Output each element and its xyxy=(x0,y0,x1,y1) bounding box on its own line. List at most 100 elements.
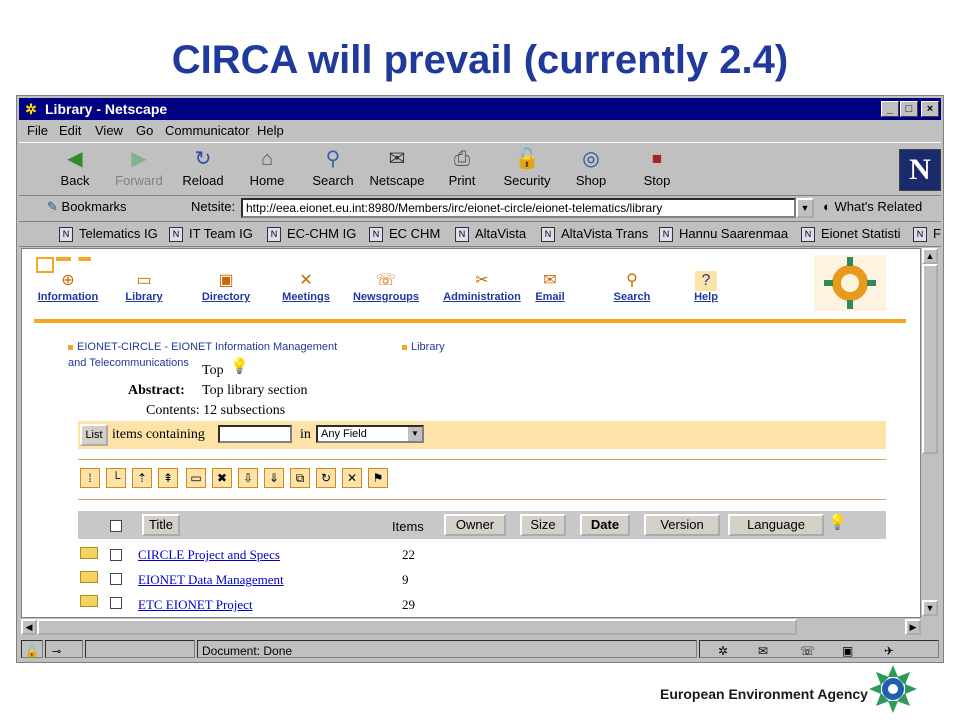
scroll-down-button[interactable]: ▼ xyxy=(922,600,938,616)
up-level-icon[interactable]: ⇡ xyxy=(132,468,152,488)
new-folder-icon[interactable]: ▭ xyxy=(186,468,206,488)
mailbox-icon[interactable]: ✉ xyxy=(758,641,768,661)
print-button[interactable]: ⎙ Print xyxy=(430,147,494,193)
bookmarks-button[interactable]: ✎ Bookmarks xyxy=(47,199,127,215)
close-button[interactable]: × xyxy=(921,101,939,117)
sort-date-button[interactable]: Date xyxy=(580,514,630,536)
forward-button[interactable]: ▶ Forward xyxy=(107,147,171,193)
nav-library[interactable]: ▭ Library xyxy=(104,271,184,303)
select-all-checkbox[interactable] xyxy=(110,520,122,532)
personal-link-ec-chm-ig[interactable]: N EC-CHM IG xyxy=(267,222,356,246)
scroll-left-button[interactable]: ◀ xyxy=(21,619,37,635)
horizontal-scroll-thumb[interactable] xyxy=(37,619,797,635)
location-bar: ✎ Bookmarks Netsite: http://eea.eionet.e… xyxy=(19,195,941,222)
nav-meetings-link[interactable]: Meetings xyxy=(282,291,330,303)
composer-icon[interactable]: ▣ xyxy=(842,641,853,661)
refresh-icon[interactable]: ↻ xyxy=(316,468,336,488)
row-title-link[interactable]: ETC EIONET Project xyxy=(138,597,253,612)
home-button[interactable]: ⌂ Home xyxy=(235,147,299,193)
back-button[interactable]: ◀ Back xyxy=(43,147,107,193)
top-level-icon[interactable]: ⇞ xyxy=(158,468,178,488)
field-select[interactable]: Any Field ▼ xyxy=(316,425,424,443)
personal-link-telematics[interactable]: N Telematics IG xyxy=(59,222,158,246)
bookmark-page-icon: N xyxy=(659,227,673,243)
navigator-icon[interactable]: ✲ xyxy=(718,641,728,661)
personal-link-it-team[interactable]: N IT Team IG xyxy=(169,222,253,246)
breadcrumb-group[interactable]: EIONET-CIRCLE - EIONET Information Manag… xyxy=(68,341,337,353)
vertical-scroll-thumb[interactable] xyxy=(922,264,938,454)
list-button[interactable]: List xyxy=(80,424,108,446)
stop-button[interactable]: ⏹ Stop xyxy=(625,147,689,193)
menu-communicator[interactable]: Communicator xyxy=(165,121,250,141)
row-title-link[interactable]: EIONET Data Management xyxy=(138,572,284,587)
menu-help[interactable]: Help xyxy=(257,121,284,141)
delete-icon[interactable]: ✕ xyxy=(342,468,362,488)
row-checkbox[interactable] xyxy=(110,549,122,561)
breadcrumb-group-line2[interactable]: and Telecommunications xyxy=(68,357,189,369)
upload-icon[interactable]: ⇩ xyxy=(238,468,258,488)
personal-link-altavista-trans[interactable]: N AltaVista Trans xyxy=(541,222,648,246)
vertical-scrollbar[interactable]: ▲ ▼ xyxy=(921,248,939,618)
personal-link-more[interactable]: NF xyxy=(913,222,941,246)
minimize-button[interactable]: _ xyxy=(881,101,899,117)
security-button[interactable]: 🔓 Security xyxy=(495,147,559,193)
shop-button[interactable]: ◎ Shop xyxy=(559,147,623,193)
properties-icon[interactable]: ⚑ xyxy=(368,468,388,488)
security-status-icon[interactable]: 🔓 xyxy=(21,640,43,658)
window-titlebar[interactable]: ✲ Library - Netscape _ □ × xyxy=(19,98,941,120)
menu-file[interactable]: File xyxy=(27,121,48,141)
filter-text-input[interactable] xyxy=(218,425,292,443)
sort-language-button[interactable]: Language xyxy=(728,514,824,536)
details-view-icon[interactable]: ⁞ xyxy=(80,468,100,488)
copy-icon[interactable]: ⧉ xyxy=(290,468,310,488)
scroll-right-button[interactable]: ▶ xyxy=(905,619,921,635)
menu-view[interactable]: View xyxy=(95,121,123,141)
personal-link-ec-chm[interactable]: N EC CHM xyxy=(369,222,440,246)
download-icon[interactable]: ⇓ xyxy=(264,468,284,488)
maximize-button[interactable]: □ xyxy=(900,101,918,117)
row-title-link[interactable]: CIRCLE Project and Specs xyxy=(138,547,280,562)
url-dropdown-button[interactable]: ▼ xyxy=(796,198,814,218)
row-checkbox[interactable] xyxy=(110,597,122,609)
nav-email[interactable]: ✉ Email xyxy=(510,271,590,303)
sort-version-button[interactable]: Version xyxy=(644,514,720,536)
forward-arrow-icon: ▶ xyxy=(131,148,147,170)
nav-information[interactable]: ⊕ Information xyxy=(28,271,108,303)
tools-icon[interactable]: ✖ xyxy=(212,468,232,488)
sort-title-button[interactable]: Title xyxy=(142,514,180,536)
info-bulb-icon[interactable]: 💡 xyxy=(230,357,249,375)
whats-related-button[interactable]: ◐ What's Related xyxy=(823,199,922,214)
netscape-button[interactable]: ✉ Netscape xyxy=(365,147,429,193)
menu-go[interactable]: Go xyxy=(136,121,153,141)
search-button[interactable]: ⚲ Search xyxy=(301,147,365,193)
sort-owner-button[interactable]: Owner xyxy=(444,514,506,536)
url-input[interactable]: http://eea.eionet.eu.int:8980/Members/ir… xyxy=(241,198,796,218)
nav-help-link[interactable]: Help xyxy=(694,291,718,303)
nav-meetings[interactable]: ✕ Meetings xyxy=(266,271,346,303)
personal-link-altavista[interactable]: N AltaVista xyxy=(455,222,526,246)
nav-search[interactable]: ⚲ Search xyxy=(592,271,672,303)
discussion-icon[interactable]: ☏ xyxy=(800,641,815,661)
send-icon[interactable]: ✈ xyxy=(884,641,894,661)
page-content: ⊕ Information ▭ Library ▣ Directory ✕ Meetin… xyxy=(21,248,921,618)
nav-help[interactable]: ? Help xyxy=(666,271,746,303)
nav-search-link[interactable]: Search xyxy=(614,291,651,303)
nav-information-link[interactable]: Information xyxy=(38,291,99,303)
breadcrumb-library[interactable]: Library xyxy=(402,341,445,353)
nav-directory-link[interactable]: Directory xyxy=(202,291,250,303)
sort-size-button[interactable]: Size xyxy=(520,514,566,536)
row-checkbox[interactable] xyxy=(110,573,122,585)
reload-button[interactable]: ↻ Reload xyxy=(171,147,235,193)
tree-view-icon[interactable]: └ xyxy=(106,468,126,488)
nav-newsgroups[interactable]: ☏ Newsgroups xyxy=(346,271,426,303)
nav-newsgroups-link[interactable]: Newsgroups xyxy=(353,291,419,303)
nav-email-link[interactable]: Email xyxy=(535,291,564,303)
scroll-up-button[interactable]: ▲ xyxy=(922,248,938,264)
horizontal-scrollbar[interactable]: ◀ ▶ xyxy=(21,618,921,636)
menu-edit[interactable]: Edit xyxy=(59,121,81,141)
nav-library-link[interactable]: Library xyxy=(125,291,162,303)
nav-directory[interactable]: ▣ Directory xyxy=(186,271,266,303)
personal-link-hannu[interactable]: N Hannu Saarenmaa xyxy=(659,222,788,246)
info-bulb-icon[interactable]: 💡 xyxy=(828,513,847,531)
personal-link-eionet-statisti[interactable]: N Eionet Statisti xyxy=(801,222,901,246)
